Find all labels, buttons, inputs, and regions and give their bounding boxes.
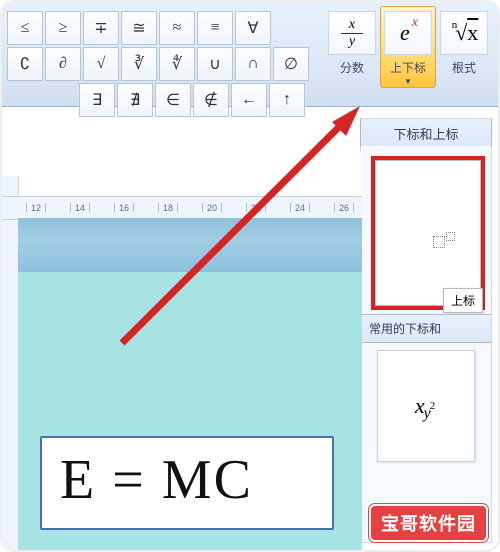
fraction-icon: xy — [328, 11, 376, 55]
ruler-mark: ｜24｜ — [286, 201, 314, 214]
symbol-∓[interactable]: ∓ — [83, 11, 119, 45]
symbol-∉[interactable]: ∉ — [193, 83, 229, 117]
watermark-badge: 宝哥软件园 — [369, 504, 488, 542]
ruler-horizontal: ｜12｜ ｜14｜ ｜16｜ ｜18｜ ｜20｜ ｜22｜ ｜24｜ ｜26｜ — [2, 196, 362, 220]
fraction-label: 分数 — [340, 59, 364, 76]
ruler-mark: ｜14｜ — [66, 201, 94, 214]
script-label: 上下标 — [390, 59, 426, 76]
ruler-mark: ｜12｜ — [22, 201, 50, 214]
symbol-∄[interactable]: ∄ — [117, 83, 153, 117]
symbol-∩[interactable]: ∩ — [235, 47, 271, 81]
symbol-∅[interactable]: ∅ — [273, 47, 309, 81]
symbol-∈[interactable]: ∈ — [155, 83, 191, 117]
ruler-mark: ｜26｜ — [330, 201, 358, 214]
superscript-icon: ex — [384, 11, 432, 55]
gallery-item-superscript[interactable]: 上标 — [371, 156, 485, 310]
ruler-mark: ｜18｜ — [154, 201, 182, 214]
gallery-panel: 上标 常用的下标和 x y 2 — [360, 146, 492, 543]
radical-icon: n√x — [440, 11, 488, 55]
symbol-≤[interactable]: ≤ — [7, 11, 43, 45]
radical-label: 根式 — [452, 59, 476, 76]
symbol-∪[interactable]: ∪ — [197, 47, 233, 81]
xy2-exp: 2 — [430, 400, 436, 412]
gallery-item-xy2[interactable]: x y 2 — [377, 350, 475, 462]
radical-button[interactable]: n√x 根式 — [436, 6, 492, 88]
symbol-←[interactable]: ← — [231, 83, 267, 117]
ruler-vertical — [2, 176, 19, 552]
symbol-≅[interactable]: ≅ — [121, 11, 157, 45]
symbol-∛[interactable]: ∛ — [121, 47, 157, 81]
gallery-header: 下标和上标 — [360, 118, 492, 149]
symbol-≡[interactable]: ≡ — [197, 11, 233, 45]
symbol-≈[interactable]: ≈ — [159, 11, 195, 45]
ruler-mark: ｜20｜ — [198, 201, 226, 214]
symbol-∂[interactable]: ∂ — [45, 47, 81, 81]
symbol-∃[interactable]: ∃ — [79, 83, 115, 117]
equation-text: E = MC — [42, 438, 332, 522]
equation-box[interactable]: E = MC — [40, 436, 334, 530]
document-workspace: ｜12｜ ｜14｜ ｜16｜ ｜18｜ ｜20｜ ｜22｜ ｜24｜ ｜26｜ E = MC — [2, 152, 362, 552]
tooltip: 上标 — [443, 288, 483, 313]
structure-buttons: xy 分数 ex 上下标 ▼ n√x 根式 — [324, 6, 492, 88]
gallery-section-header: 常用的下标和 — [361, 314, 491, 343]
superscript-template-icon — [431, 232, 455, 252]
ruler-mark: ｜22｜ — [242, 201, 270, 214]
ruler-mark: ｜16｜ — [110, 201, 138, 214]
script-button[interactable]: ex 上下标 ▼ — [380, 6, 436, 88]
symbol-≥[interactable]: ≥ — [45, 11, 81, 45]
selection-band — [18, 218, 362, 272]
chevron-down-icon: ▼ — [404, 77, 412, 86]
symbol-∁[interactable]: ∁ — [7, 47, 43, 81]
symbol-∀[interactable]: ∀ — [235, 11, 271, 45]
symbol-↑[interactable]: ↑ — [269, 83, 305, 117]
symbol-palette: ≤≥∓≅≈≡∀ ∁∂√∛∜∪∩∅ ∃∄∈∉←↑ — [6, 10, 316, 118]
symbol-∜[interactable]: ∜ — [159, 47, 195, 81]
fraction-button[interactable]: xy 分数 — [324, 6, 380, 88]
ribbon: ≤≥∓≅≈≡∀ ∁∂√∛∜∪∩∅ ∃∄∈∉←↑ xy 分数 ex 上下标 ▼ — [2, 2, 498, 107]
symbol-√[interactable]: √ — [83, 47, 119, 81]
